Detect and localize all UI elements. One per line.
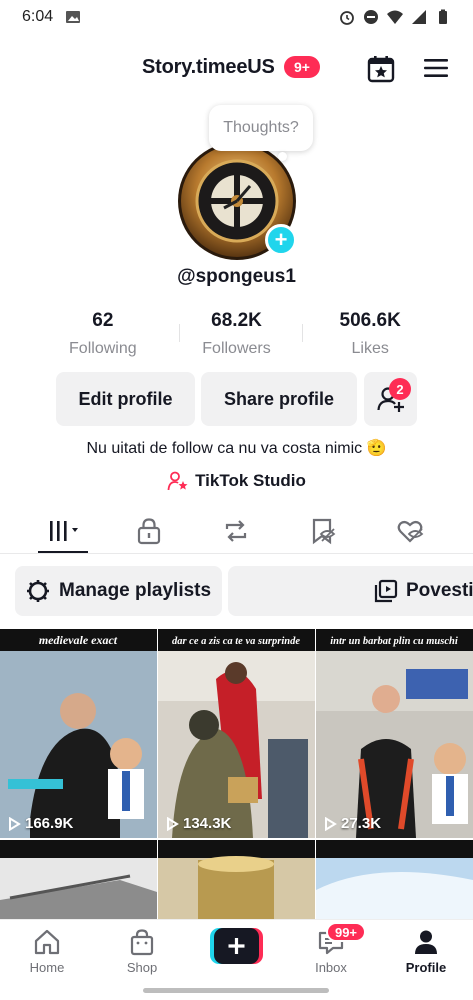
stories-button[interactable]: Povesti	[228, 566, 473, 616]
signal-icon	[412, 10, 426, 24]
calendar-star-icon[interactable]	[366, 54, 396, 84]
stat-value: 62	[92, 310, 114, 331]
add-avatar-button[interactable]: +	[265, 224, 297, 256]
play-icon	[167, 816, 179, 831]
gear-icon	[27, 580, 49, 602]
content-tabs	[0, 510, 473, 554]
stat-value: 506.6K	[339, 310, 401, 331]
menu-icon[interactable]	[423, 56, 449, 80]
svg-text:dar ce a zis ca te va surprind: dar ce a zis ca te va surprinde	[172, 636, 300, 647]
stat-followers[interactable]: 68.2K Followers	[170, 310, 304, 360]
create-button[interactable]	[210, 928, 263, 964]
view-count: 134.3K	[166, 815, 231, 832]
thoughts-bubble[interactable]: Thoughts?	[209, 105, 313, 151]
nav-label: Shop	[126, 960, 158, 975]
add-friends-button[interactable]: 2	[364, 372, 417, 426]
alarm-icon	[340, 11, 354, 25]
nav-label: Home	[29, 960, 65, 975]
account-notification-badge: 9+	[284, 56, 320, 78]
nav-label: Profile	[405, 960, 447, 975]
video-caption-overlay: medievale exact	[39, 633, 118, 647]
dnd-icon	[364, 10, 378, 24]
clock: 6:04	[22, 8, 54, 25]
active-tab-indicator	[38, 551, 88, 553]
tab-favorites[interactable]	[302, 514, 342, 548]
avatar-container[interactable]: +	[178, 142, 297, 260]
profile-bio: Nu uitati de follow ca nu va costa nimic…	[86, 440, 387, 457]
thumbnail-image	[0, 840, 157, 919]
stat-following[interactable]: 62 Following	[36, 310, 170, 360]
video-caption-overlay: dar ce a zis ca te va surprinde	[172, 636, 300, 647]
video-thumbnail[interactable]: dar ce a zis ca te va surprinde 134.3K	[158, 629, 315, 838]
video-caption-overlay: intr un barbat plin cu muschi	[330, 636, 458, 647]
wifi-icon	[387, 10, 403, 24]
video-grid: medievale exact 166.9K dar ce a zis ca t…	[0, 629, 473, 919]
tab-liked[interactable]	[390, 514, 430, 548]
video-thumbnail[interactable]	[0, 840, 157, 919]
stories-label: Povesti	[406, 580, 473, 601]
tab-videos[interactable]	[44, 514, 84, 548]
videos-grid-icon	[50, 521, 78, 541]
battery-icon	[439, 9, 447, 24]
video-thumbnail[interactable]	[158, 840, 315, 919]
thumbnail-image	[316, 840, 473, 919]
nav-home[interactable]: Home	[12, 928, 82, 975]
profile-header: Story.timeeUS 9+	[0, 46, 473, 90]
status-bar: 6:04	[0, 0, 473, 34]
profile-handle: @spongeus1	[177, 266, 296, 287]
stories-icon	[374, 579, 398, 603]
video-thumbnail[interactable]: intr un barbat plin cu muschi 27.3K	[316, 629, 473, 838]
view-count: 166.9K	[8, 815, 73, 832]
home-icon	[34, 929, 60, 955]
stat-likes[interactable]: 506.6K Likes	[303, 310, 437, 360]
thumbnail-image	[316, 629, 473, 838]
svg-text:intr un barbat plin cu muschi: intr un barbat plin cu muschi	[330, 636, 458, 647]
shopping-bag-icon	[130, 929, 154, 956]
stat-value: 68.2K	[211, 310, 262, 331]
share-profile-button[interactable]: Share profile	[201, 372, 357, 426]
thoughts-bubble-tail	[278, 152, 287, 161]
inbox-badge: 99+	[326, 922, 366, 942]
thumbnail-image	[158, 840, 315, 919]
play-icon	[9, 816, 21, 831]
nav-label: Inbox	[315, 960, 347, 975]
stat-label: Following	[69, 340, 137, 357]
nav-profile[interactable]: Profile	[391, 928, 461, 975]
thumbnail-image	[158, 629, 315, 838]
thumbnail-image	[0, 629, 157, 838]
svg-text:medievale exact: medievale exact	[39, 633, 118, 647]
edit-profile-button[interactable]: Edit profile	[56, 372, 195, 426]
repost-icon	[225, 520, 247, 542]
heart-hidden-icon	[397, 520, 424, 543]
tiktok-studio-link[interactable]: TikTok Studio	[0, 470, 473, 492]
nav-shop[interactable]: Shop	[107, 928, 177, 975]
lock-icon	[137, 518, 161, 545]
play-icon	[325, 816, 337, 831]
profile-stats: 62 Following 68.2K Followers 506.6K Like…	[36, 310, 437, 360]
stat-divider	[302, 324, 303, 342]
home-indicator	[143, 988, 329, 993]
gallery-icon	[66, 11, 81, 23]
stat-label: Followers	[202, 340, 271, 357]
stat-label: Likes	[351, 340, 389, 357]
video-thumbnail[interactable]	[316, 840, 473, 919]
tab-private[interactable]	[129, 514, 169, 548]
plus-icon	[210, 928, 263, 964]
manage-playlists-label: Manage playlists	[59, 580, 212, 601]
stat-divider	[179, 324, 180, 342]
tab-reposts[interactable]	[216, 514, 256, 548]
add-friends-badge: 2	[389, 378, 411, 400]
account-switcher[interactable]: Story.timeeUS	[142, 56, 275, 79]
bookmark-hidden-icon	[312, 518, 336, 545]
studio-label: TikTok Studio	[195, 471, 306, 490]
creator-star-icon	[167, 471, 188, 491]
manage-playlists-button[interactable]: Manage playlists	[15, 566, 222, 616]
view-count: 27.3K	[324, 815, 381, 832]
video-thumbnail[interactable]: medievale exact 166.9K	[0, 629, 157, 838]
profile-icon	[415, 930, 437, 954]
